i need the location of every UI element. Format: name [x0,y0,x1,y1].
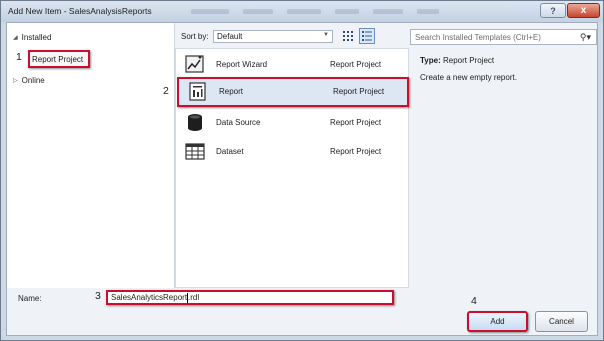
add-new-item-dialog: Add New Item - SalesAnalysisReports ? x … [0,0,604,341]
template-name: Data Source [216,118,261,127]
add-button[interactable]: Add [467,311,528,332]
expanded-triangle-icon: ◢ [13,34,18,41]
template-name: Dataset [216,147,244,156]
report-icon [188,82,208,101]
dialog-body: ◢ Installed 1 Report Project ▷ Online So… [6,22,598,336]
step-number-1: 1 [16,51,22,63]
sort-dropdown[interactable]: Default ▼ [213,30,333,43]
template-name: Report Wizard [216,60,268,69]
search-icon[interactable]: ⚲▾ [580,32,591,43]
template-type: Report Project [333,87,385,96]
background-menu-ghost [191,6,481,16]
name-field[interactable]: SalesAnalyticsReport .rdl [106,290,394,305]
tree-item-installed[interactable]: ◢ Installed [13,31,51,43]
cancel-button[interactable]: Cancel [535,311,588,332]
name-value-after-caret: .rdl [188,293,200,302]
search-placeholder: Search Installed Templates (Ctrl+E) [415,32,541,42]
report-wizard-icon [185,55,205,74]
title-bar: Add New Item - SalesAnalysisReports ? x [1,1,603,22]
tree-item-label: Report Project [32,54,84,64]
tree-item-report-project[interactable]: Report Project [28,50,90,68]
detail-type-label: Type: [420,56,441,65]
close-button[interactable]: x [567,3,600,18]
data-source-icon [185,113,205,132]
small-icons-view-icon[interactable] [359,28,375,44]
template-category-tree: ◢ Installed 1 Report Project ▷ Online [7,23,175,288]
collapsed-triangle-icon: ▷ [13,77,18,84]
tree-item-online[interactable]: ▷ Online [13,74,45,86]
template-row-dataset[interactable]: Dataset Report Project [176,138,408,165]
help-button[interactable]: ? [540,3,566,18]
step-number-4: 4 [471,295,477,307]
sort-label: Sort by: [181,32,209,41]
sort-toolbar: Sort by: Default ▼ [175,23,409,48]
detail-type-value: Report Project [442,56,495,65]
chevron-down-icon: ▼ [323,32,329,38]
name-value-before-caret: SalesAnalyticsReport [111,293,188,302]
step-number-2: 2 [163,85,169,97]
dataset-icon [185,142,205,161]
name-label: Name: [18,294,42,303]
template-row-report[interactable]: Report Report Project [177,77,409,107]
search-input[interactable]: Search Installed Templates (Ctrl+E) ⚲▾ [410,29,597,45]
template-row-data-source[interactable]: Data Source Report Project [176,109,408,136]
template-details-pane: Search Installed Templates (Ctrl+E) ⚲▾ T… [409,23,597,288]
template-type: Report Project [330,118,382,127]
template-list: Report Wizard Report Project Report Repo… [175,48,409,288]
template-name: Report [219,87,244,96]
detail-type: Type: Report Project [420,56,494,65]
tree-item-label: Installed [21,32,52,42]
window-title: Add New Item - SalesAnalysisReports [8,6,152,16]
tree-item-label: Online [21,75,45,85]
medium-icons-view-icon[interactable] [341,29,355,43]
detail-description: Create a new empty report. [420,73,517,82]
template-type: Report Project [330,147,382,156]
step-number-3: 3 [95,290,101,302]
template-type: Report Project [330,60,382,69]
template-row-report-wizard[interactable]: Report Wizard Report Project [176,51,408,78]
sort-value: Default [217,32,243,41]
